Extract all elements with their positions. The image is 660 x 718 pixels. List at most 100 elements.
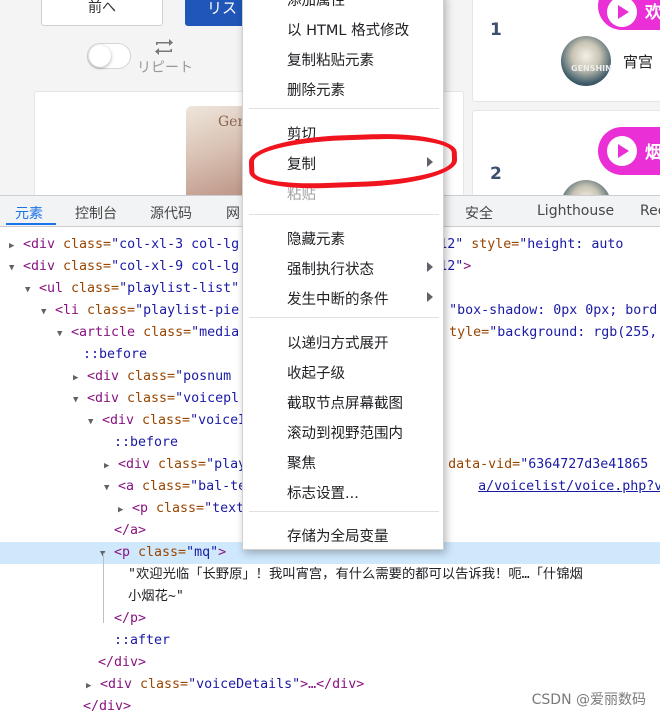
- tag-name: <li: [55, 303, 88, 318]
- attr-name: style=: [471, 237, 520, 252]
- attr-value: "media: [191, 325, 240, 340]
- menu-item-capture-node-screenshot[interactable]: 截取节点屏幕截图: [287, 392, 403, 413]
- pseudo-element: ::after: [114, 633, 171, 648]
- attr-value: "height: auto: [519, 237, 624, 252]
- attr-value: "background: rgb(255,: [489, 325, 658, 340]
- collapse-triangle-icon[interactable]: ▼: [41, 301, 55, 322]
- tab-console[interactable]: 控制台: [75, 203, 117, 223]
- tag-name: <div: [118, 457, 159, 472]
- watermark: CSDN @爱丽数码: [531, 692, 646, 708]
- collapse-triangle-icon[interactable]: ▼: [57, 323, 71, 344]
- active-tab-indicator: [6, 223, 56, 225]
- menu-item-focus[interactable]: 聚焦: [287, 452, 316, 473]
- text-content: "欢迎光临「长野原」！我叫宵宫，有什么需要的都可以告诉我！呃…「什锦烟: [128, 567, 583, 582]
- attr-value: "voiceI: [190, 413, 247, 428]
- tag-name: <div: [87, 391, 128, 406]
- tag-name: <p: [132, 501, 157, 516]
- context-menu: 添加属性 以 HTML 格式修改 复制粘贴元素 删除元素 剪切 复制 粘贴 隐藏…: [242, 0, 444, 550]
- attr-name: class=: [63, 237, 112, 252]
- attr-value: "bal-te: [190, 479, 247, 494]
- indent-guide: [103, 553, 104, 623]
- tag-end: >: [218, 545, 227, 560]
- attr-name: class=: [158, 457, 207, 472]
- submenu-arrow-icon: [427, 292, 433, 302]
- repeat-label: リピート: [137, 60, 193, 76]
- menu-item-break-on[interactable]: 发生中断的条件: [287, 288, 389, 309]
- tag-name: <div: [102, 413, 143, 428]
- text-node[interactable]: "欢迎光临「长野原」！我叫宵宫，有什么需要的都可以告诉我！呃…「什锦烟: [0, 564, 660, 586]
- attr-value: "6364727d3e41865: [520, 457, 649, 472]
- menu-separator: [249, 317, 439, 318]
- closing-tag: </div>: [98, 655, 147, 670]
- dom-node-row[interactable]: ::after: [0, 630, 660, 652]
- attr-value: "box-shadow: 0px 0px; bord: [449, 303, 658, 318]
- attr-value: "playlist-list": [119, 281, 240, 296]
- tag-name: <a: [118, 479, 143, 494]
- collapse-triangle-icon[interactable]: ▼: [88, 411, 102, 432]
- tag-end: >…</div>: [300, 677, 365, 692]
- tab-recorder[interactable]: Rec: [640, 203, 660, 219]
- attr-name: class=: [71, 281, 120, 296]
- attr-name: class=: [142, 413, 191, 428]
- submenu-arrow-icon: [427, 262, 433, 272]
- attr-value: "play: [206, 457, 247, 472]
- character-name: 宵宫: [623, 53, 654, 71]
- text-node[interactable]: 小烟花~": [0, 586, 660, 608]
- expand-triangle-icon[interactable]: ▶: [9, 235, 23, 256]
- expand-triangle-icon[interactable]: ▶: [104, 455, 118, 476]
- menu-item-store-as-global-variable[interactable]: 存储为全局变量: [287, 525, 389, 546]
- attr-value: "text: [204, 501, 245, 516]
- tag-name: <div: [23, 259, 64, 274]
- prev-button[interactable]: 前へ: [41, 0, 163, 26]
- menu-item-collapse-children[interactable]: 收起子级: [287, 362, 345, 383]
- tag-name: <p: [114, 545, 139, 560]
- attr-value: "mq": [186, 545, 219, 560]
- collapse-triangle-icon[interactable]: ▼: [73, 389, 87, 410]
- play-icon[interactable]: [607, 136, 637, 166]
- dom-node-row[interactable]: </div>: [0, 652, 660, 674]
- rank-number-1: 1: [490, 20, 502, 40]
- menu-item-force-state[interactable]: 强制执行状态: [287, 258, 374, 279]
- collapse-triangle-icon[interactable]: ▼: [104, 477, 118, 498]
- bubble-label-1: 欢: [645, 3, 660, 23]
- menu-item-add-attribute[interactable]: 添加属性: [287, 0, 345, 10]
- dom-node-row[interactable]: </p>: [0, 608, 660, 630]
- attr-name: class=: [87, 303, 136, 318]
- menu-separator: [249, 108, 439, 109]
- tag-name: <div: [87, 369, 128, 384]
- menu-item-scroll-into-view[interactable]: 滚动到视野范围内: [287, 422, 403, 443]
- expand-triangle-icon[interactable]: ▶: [118, 499, 132, 520]
- attr-name: data-vid=: [448, 457, 521, 472]
- expand-triangle-icon[interactable]: ▶: [73, 367, 87, 388]
- collapse-triangle-icon[interactable]: ▼: [25, 279, 39, 300]
- avatar-logo-text: GENSHIN: [571, 64, 612, 73]
- attr-name: class=: [127, 369, 176, 384]
- link-url[interactable]: a/voicelist/voice.php?vid=6: [478, 479, 660, 494]
- menu-item-delete-element[interactable]: 删除元素: [287, 79, 345, 100]
- menu-item-hide-element[interactable]: 隐藏元素: [287, 228, 345, 249]
- tab-elements[interactable]: 元素: [15, 203, 43, 223]
- tag-end: >: [463, 259, 472, 274]
- closing-tag: </p>: [114, 611, 147, 626]
- rank-number-2: 2: [490, 164, 502, 184]
- closing-tag: </div>: [83, 699, 132, 714]
- menu-item-badge-settings[interactable]: 标志设置...: [287, 482, 359, 503]
- menu-separator: [249, 214, 439, 215]
- tag-name: <ul: [39, 281, 72, 296]
- closing-tag: </a>: [114, 523, 147, 538]
- character-avatar[interactable]: [561, 36, 611, 86]
- expand-triangle-icon[interactable]: ▶: [86, 675, 100, 696]
- menu-item-expand-recursively[interactable]: 以递归方式展开: [287, 332, 389, 353]
- attr-name: class=: [63, 259, 112, 274]
- text-content: 小烟花~": [128, 589, 184, 604]
- bubble-label-2: 烟: [645, 143, 660, 163]
- tab-security[interactable]: 安全: [465, 203, 493, 223]
- repeat-toggle[interactable]: [87, 43, 131, 69]
- menu-item-duplicate-element[interactable]: 复制粘贴元素: [287, 49, 374, 70]
- collapse-triangle-icon[interactable]: ▼: [9, 257, 23, 278]
- tab-lighthouse[interactable]: Lighthouse: [537, 203, 614, 219]
- menu-item-edit-as-html[interactable]: 以 HTML 格式修改: [287, 19, 409, 40]
- tab-network[interactable]: 网: [226, 203, 240, 223]
- tab-sources[interactable]: 源代码: [150, 203, 192, 223]
- attr-value: "col-xl-3 col-lg: [111, 237, 240, 252]
